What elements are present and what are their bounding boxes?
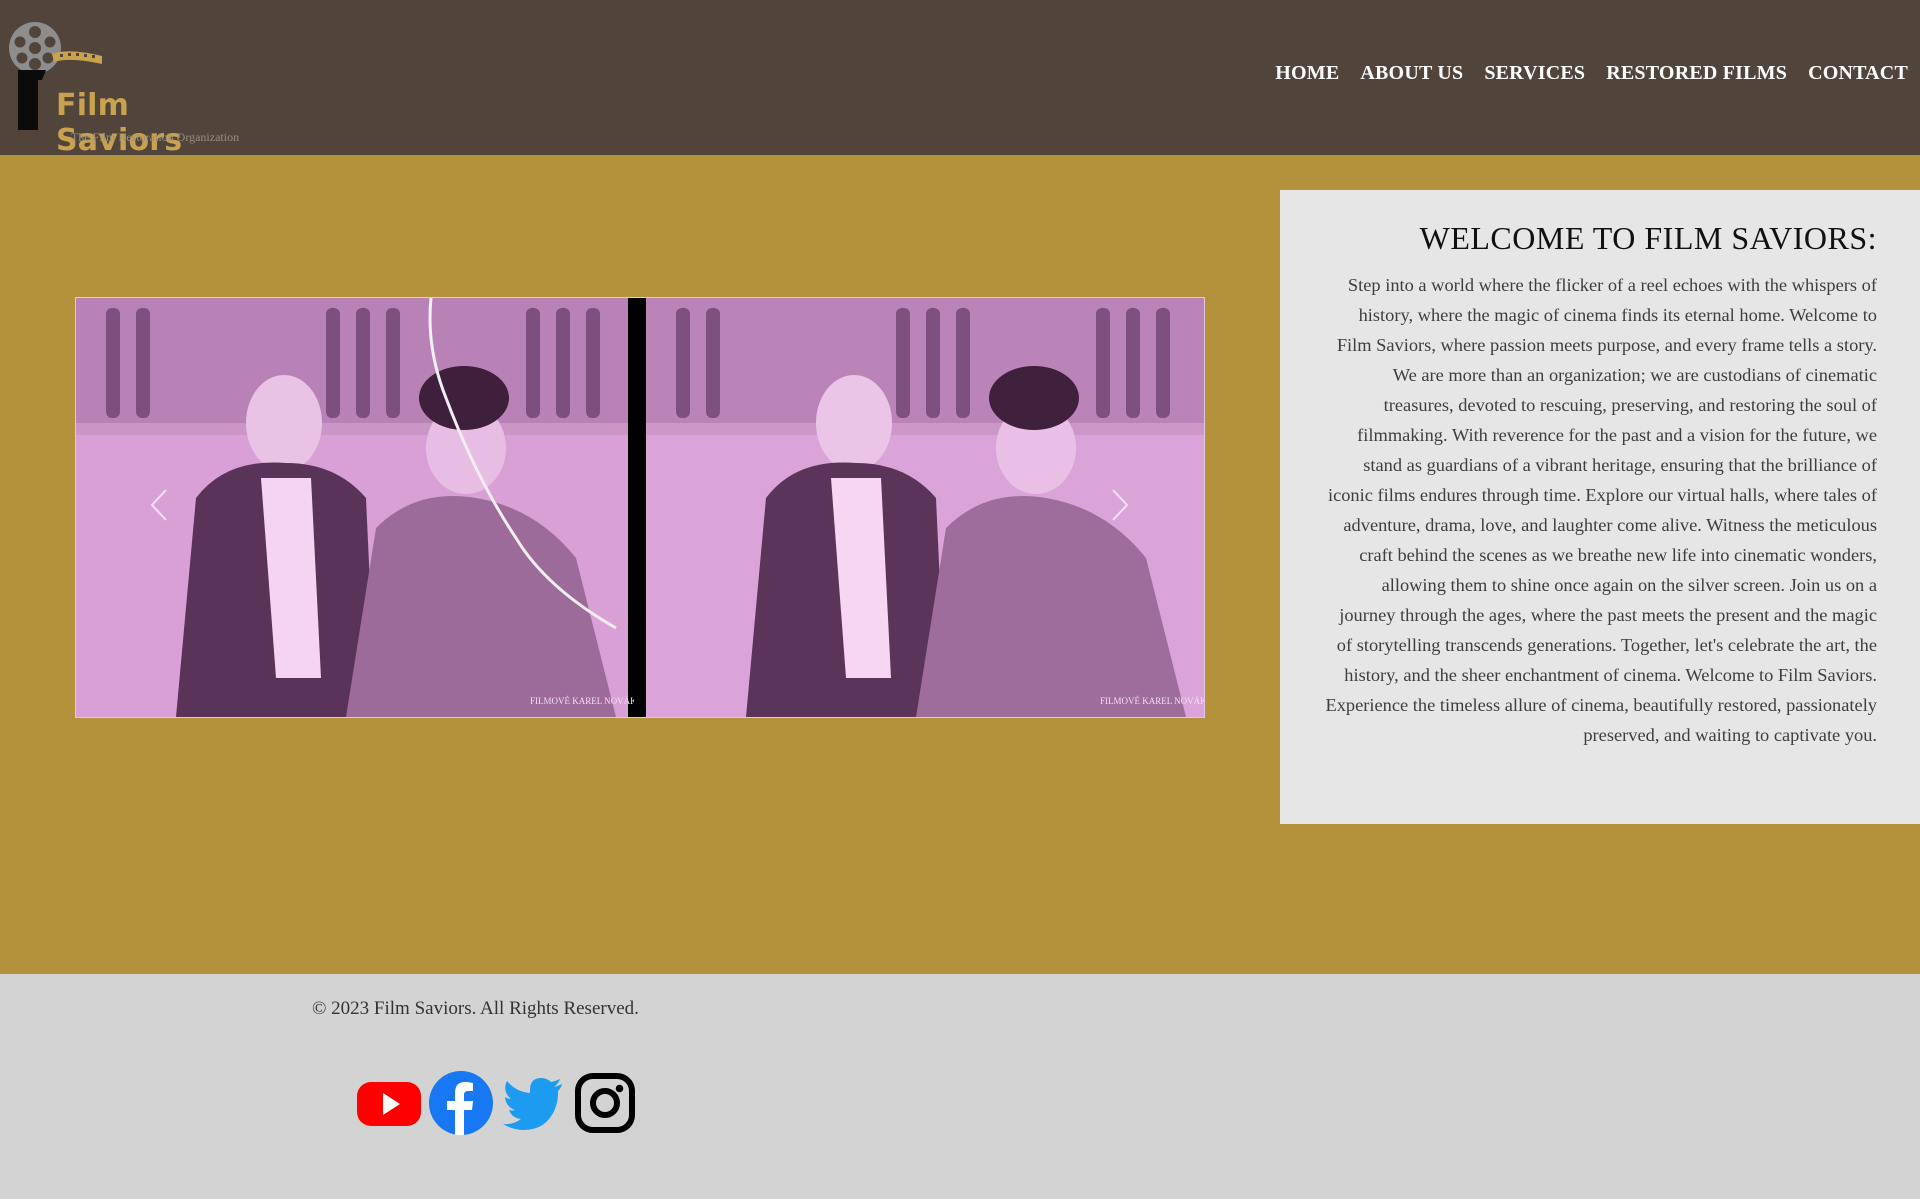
nav-services[interactable]: SERVICES [1484,62,1585,85]
nav-about-us[interactable]: ABOUT US [1360,62,1463,85]
site-footer: © 2023 Film Saviors. All Rights Reserved… [0,974,1920,1199]
brand-tagline: The Film Restoration Organization [71,130,240,144]
chevron-right-icon [1112,489,1129,521]
site-logo[interactable]: Film Saviors The Film Restoration Organi… [8,20,248,158]
brand-name: Film Saviors [56,88,183,158]
welcome-body: Step into a world where the flicker of a… [1325,275,1877,745]
instagram-icon [575,1073,635,1133]
slider-prev-button[interactable] [148,488,170,522]
chevron-left-icon [150,489,167,521]
welcome-card: WELCOME TO FILM SAVIORS: Step into a wor… [1280,190,1920,824]
nav-restored-films[interactable]: RESTORED FILMS [1606,62,1787,85]
main-nav: HOME ABOUT US SERVICES RESTORED FILMS CO… [1275,62,1908,85]
twitter-link[interactable] [500,1070,566,1140]
watermark-right: FILMOVÉ KAREL NOVÁK [1100,696,1204,706]
watermark-left: FILMOVÉ KAREL NOVÁK [530,696,634,706]
instagram-link[interactable] [572,1070,638,1140]
slider-next-button[interactable] [1109,488,1131,522]
nav-contact[interactable]: CONTACT [1808,62,1908,85]
twitter-icon [503,1078,562,1130]
facebook-link[interactable] [428,1070,494,1140]
site-header: Film Saviors The Film Restoration Organi… [0,0,1920,158]
youtube-icon [357,1082,421,1126]
facebook-icon [429,1071,493,1135]
copyright-text: © 2023 Film Saviors. All Rights Reserved… [312,998,639,1019]
nav-home[interactable]: HOME [1275,62,1339,85]
welcome-title: WELCOME TO FILM SAVIORS: [1419,220,1877,256]
youtube-link[interactable] [356,1070,422,1140]
image-slider[interactable]: FILMOVÉ KAREL NOVÁK FILMOVÉ KAREL NOVÁK [75,297,1205,718]
social-links [356,1070,638,1140]
